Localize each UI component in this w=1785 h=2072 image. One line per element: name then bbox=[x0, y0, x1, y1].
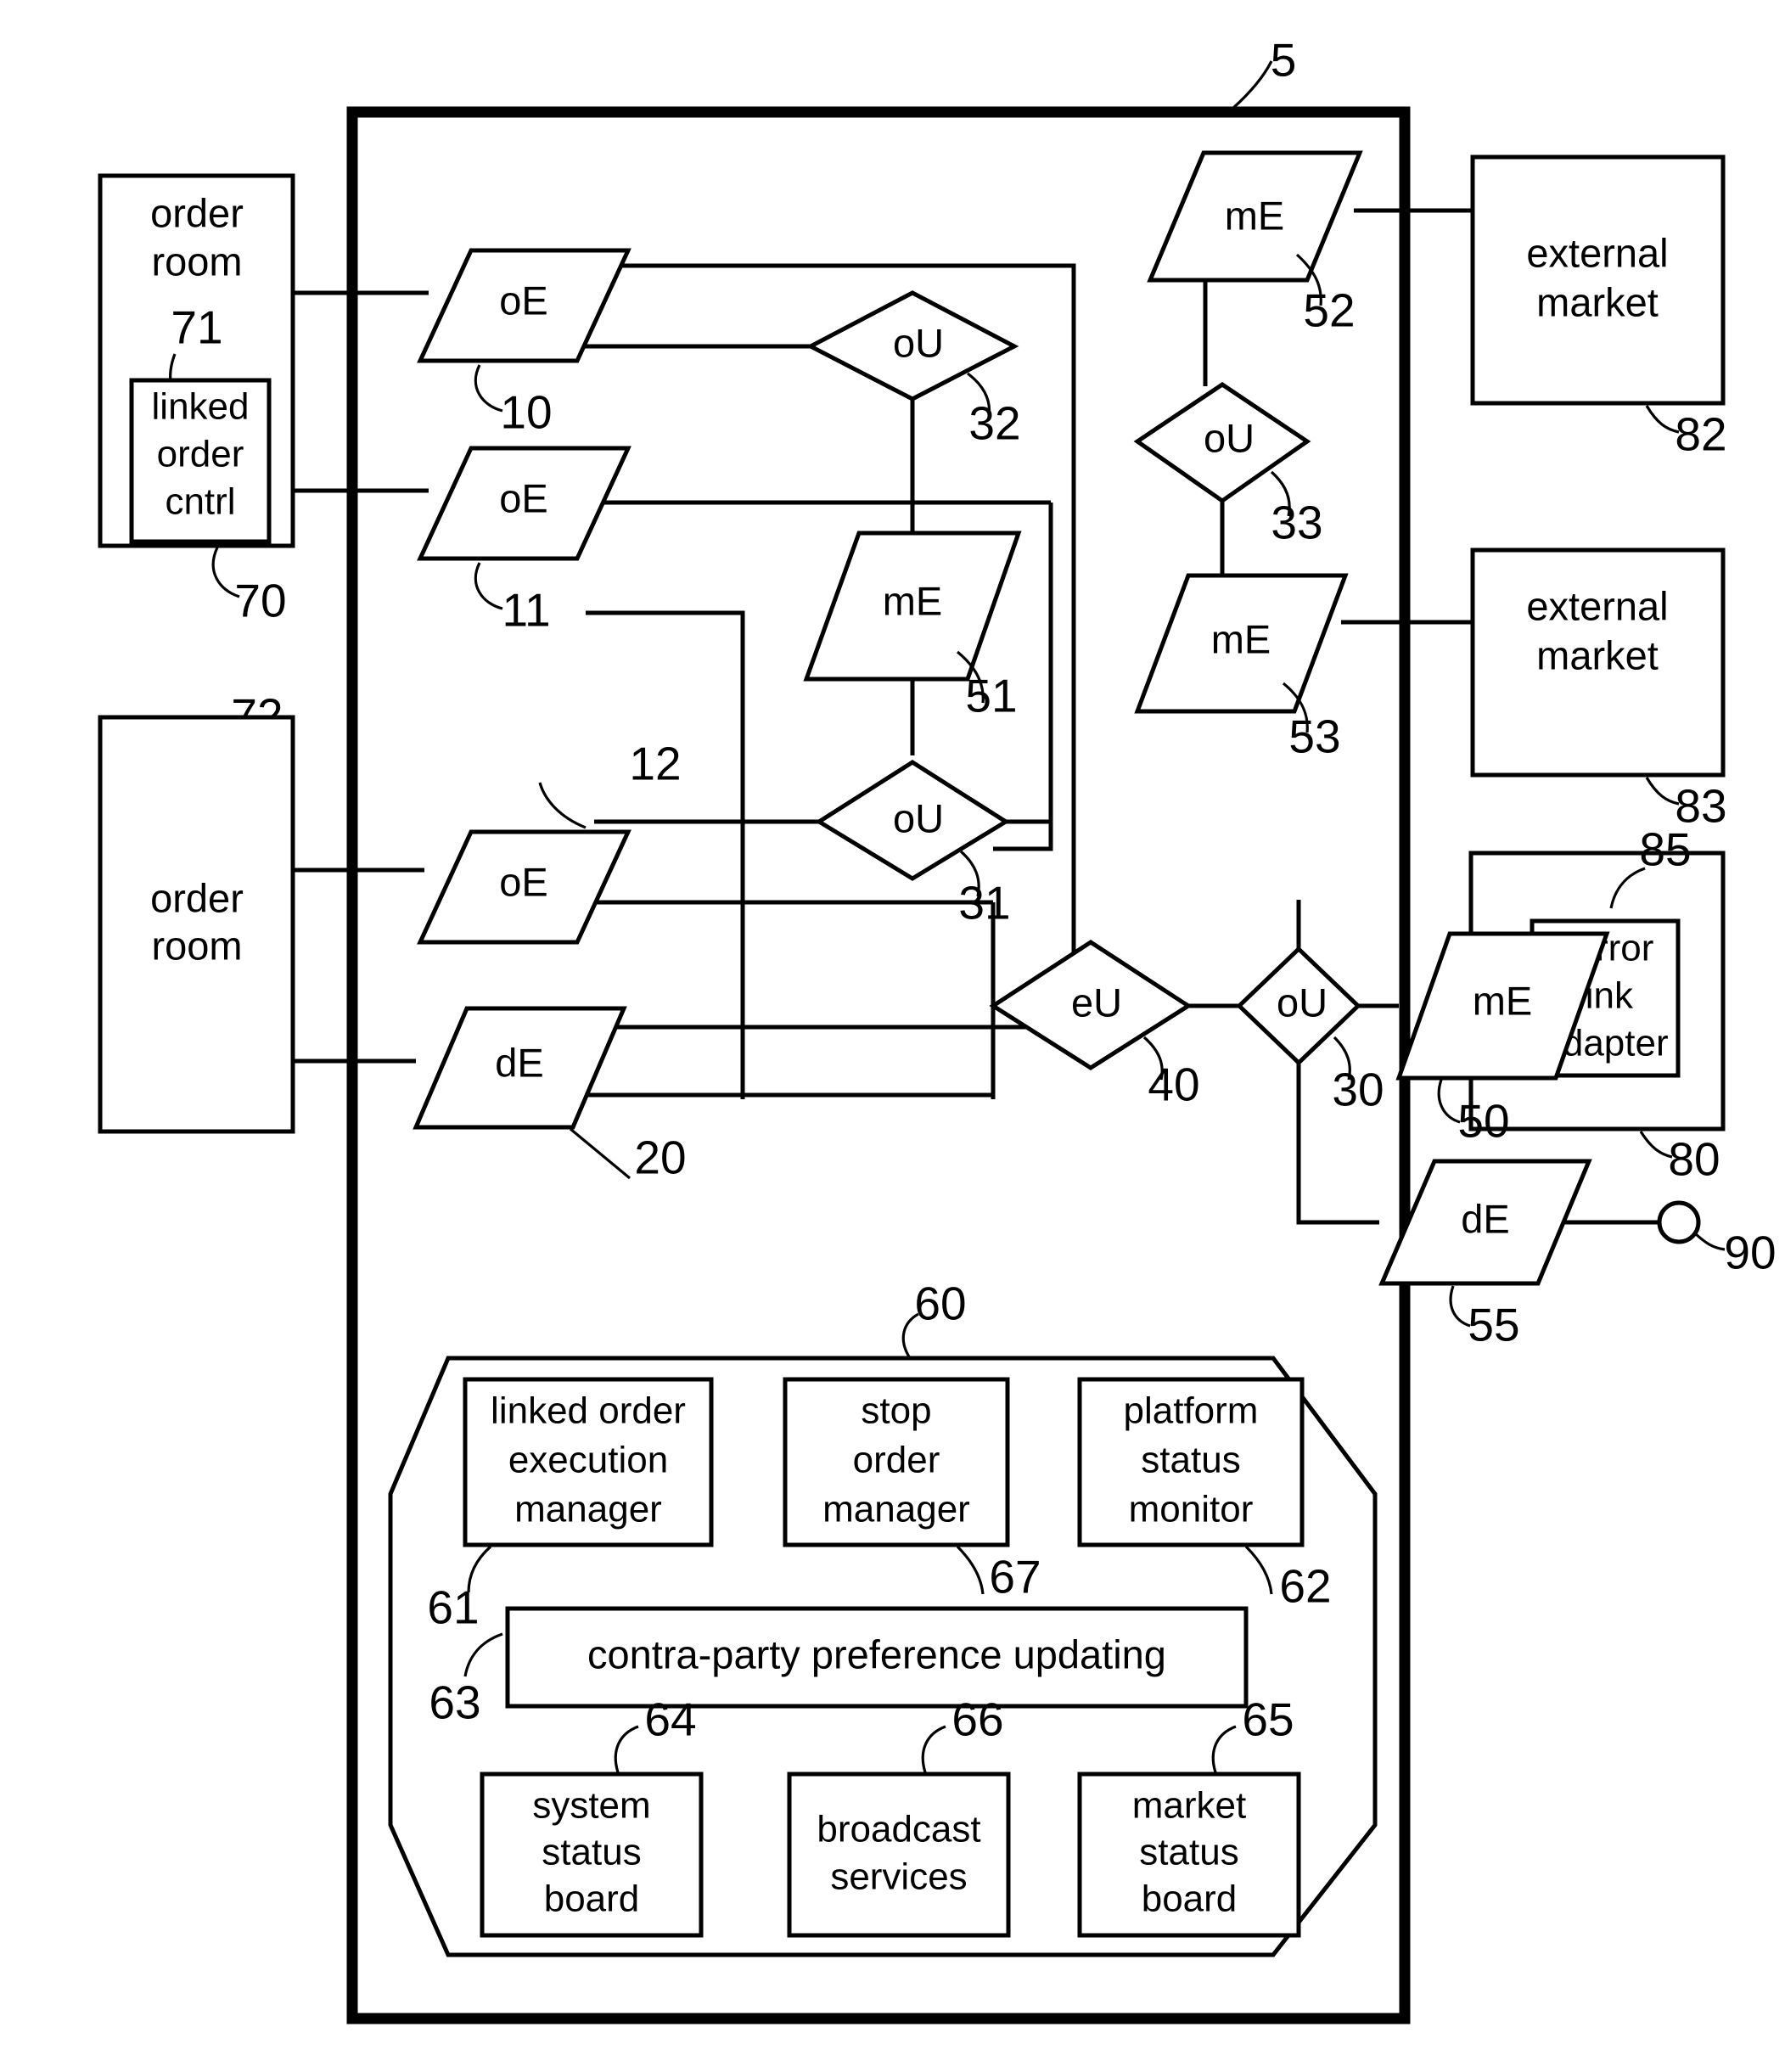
external-market-83-line-0: external bbox=[1526, 583, 1668, 628]
engine-dE20-label: dE bbox=[495, 1040, 544, 1085]
service-65-line-2: board bbox=[1142, 1878, 1238, 1920]
unit-oU32[interactable]: oU 32 bbox=[805, 290, 1021, 450]
external-market-83-group[interactable]: external market 83 bbox=[1470, 547, 1727, 833]
service-65-line-0: market bbox=[1132, 1785, 1246, 1827]
platform-ref-5-callout: 5 bbox=[1231, 34, 1297, 110]
external-market-82-line-0: external bbox=[1526, 230, 1668, 275]
service-66-line-1: services bbox=[830, 1856, 967, 1898]
unit-oU32-label: oU bbox=[893, 320, 944, 365]
engine-mE52[interactable]: mE 52 bbox=[1147, 150, 1363, 337]
service-61-line-2: manager bbox=[514, 1489, 662, 1530]
engine-mE50-label: mE bbox=[1473, 978, 1533, 1023]
service-67-line-0: stop bbox=[861, 1390, 931, 1432]
service-62-line-2: monitor bbox=[1129, 1489, 1254, 1530]
ref-40: 40 bbox=[1148, 1058, 1199, 1111]
linked-order-cntrl-line-1: order bbox=[157, 434, 244, 475]
service-67-line-2: manager bbox=[822, 1489, 970, 1530]
ref-82: 82 bbox=[1675, 408, 1726, 461]
engine-oE12-label: oE bbox=[499, 859, 548, 904]
ref-85: 85 bbox=[1639, 823, 1691, 876]
ref-52: 52 bbox=[1303, 284, 1355, 337]
ref-61: 61 bbox=[427, 1581, 479, 1634]
engine-oE10-label: oE bbox=[499, 278, 548, 323]
services-module-60[interactable]: 60 linked order execution manager 61 sto… bbox=[388, 1277, 1378, 1957]
service-63-line-0: contra-party preference updating bbox=[587, 1631, 1166, 1676]
ref-50: 50 bbox=[1457, 1095, 1509, 1148]
unit-eU40-label: eU bbox=[1071, 980, 1122, 1025]
unit-eU40[interactable]: eU 40 bbox=[989, 940, 1200, 1111]
unit-oU30[interactable]: oU 30 bbox=[1236, 946, 1384, 1116]
engine-dE55-label: dE bbox=[1461, 1196, 1510, 1241]
order-room-70-group[interactable]: order room 71 linked order cntrl 70 bbox=[98, 173, 295, 627]
ref-33: 33 bbox=[1271, 497, 1322, 549]
service-67-line-1: order bbox=[853, 1440, 940, 1481]
engine-mE51-label: mE bbox=[883, 578, 943, 623]
linked-order-cntrl-line-2: cntrl bbox=[165, 481, 235, 523]
order-room-72-line-1: room bbox=[151, 923, 242, 968]
service-65-line-1: status bbox=[1139, 1832, 1238, 1873]
unit-oU31-label: oU bbox=[893, 795, 944, 840]
order-room-70-line-1: room bbox=[151, 239, 242, 284]
figure-canvas: order room 71 linked order cntrl 70 72 o… bbox=[0, 0, 1785, 2072]
ref-60: 60 bbox=[914, 1277, 966, 1330]
order-room-72-line-0: order bbox=[150, 875, 244, 920]
ref-67: 67 bbox=[989, 1551, 1041, 1603]
ref-12: 12 bbox=[629, 738, 681, 790]
ref-65: 65 bbox=[1242, 1693, 1294, 1746]
ref-70: 70 bbox=[234, 575, 286, 627]
engine-oE11[interactable]: oE 11 bbox=[417, 446, 631, 637]
unit-oU30-label: oU bbox=[1277, 980, 1328, 1025]
order-room-72-group[interactable]: 72 order room bbox=[98, 689, 295, 1134]
service-62-line-0: platform bbox=[1124, 1390, 1259, 1432]
ref-64: 64 bbox=[644, 1693, 696, 1746]
engine-dE55[interactable]: dE 55 bbox=[1378, 1159, 1592, 1351]
engine-oE12[interactable]: oE 12 bbox=[417, 738, 682, 945]
ref-32: 32 bbox=[968, 397, 1020, 450]
external-market-82-line-1: market bbox=[1536, 279, 1659, 324]
service-64-line-0: system bbox=[532, 1785, 650, 1827]
service-61-line-0: linked order bbox=[491, 1390, 686, 1432]
service-61-line-1: execution bbox=[508, 1440, 668, 1481]
external-market-83-line-1: market bbox=[1536, 632, 1659, 677]
ref-30: 30 bbox=[1332, 1064, 1384, 1116]
engine-mE53-label: mE bbox=[1211, 616, 1271, 661]
engine-oE11-label: oE bbox=[499, 475, 548, 520]
ref-63: 63 bbox=[429, 1676, 480, 1729]
service-62-line-1: status bbox=[1141, 1440, 1240, 1481]
ref-62: 62 bbox=[1279, 1560, 1331, 1613]
order-room-70-line-0: order bbox=[150, 190, 244, 235]
service-66-line-0: broadcast bbox=[817, 1809, 980, 1850]
engine-mE52-label: mE bbox=[1225, 193, 1285, 238]
linked-order-cntrl-line-0: linked bbox=[152, 386, 250, 428]
service-64-line-2: board bbox=[544, 1878, 640, 1920]
ref-66: 66 bbox=[951, 1693, 1003, 1746]
engine-mE53[interactable]: mE 53 bbox=[1134, 573, 1349, 763]
ref-51: 51 bbox=[965, 670, 1017, 722]
external-market-82-group[interactable]: external market 82 bbox=[1470, 154, 1727, 461]
unit-oU33-label: oU bbox=[1204, 415, 1255, 460]
network-endpoint-90-group[interactable]: 90 bbox=[1657, 1200, 1777, 1279]
ref-71: 71 bbox=[171, 301, 222, 354]
ref-53: 53 bbox=[1288, 710, 1340, 763]
ref-5: 5 bbox=[1271, 34, 1297, 87]
service-64-line-1: status bbox=[542, 1832, 641, 1873]
ref-20: 20 bbox=[634, 1131, 686, 1184]
ref-11: 11 bbox=[502, 584, 550, 637]
ref-10: 10 bbox=[500, 386, 552, 439]
ref-80: 80 bbox=[1668, 1133, 1720, 1186]
ref-31: 31 bbox=[958, 877, 1010, 929]
ref-90: 90 bbox=[1724, 1227, 1776, 1279]
ref-55: 55 bbox=[1468, 1299, 1519, 1351]
unit-oU33[interactable]: oU 33 bbox=[1133, 381, 1323, 549]
